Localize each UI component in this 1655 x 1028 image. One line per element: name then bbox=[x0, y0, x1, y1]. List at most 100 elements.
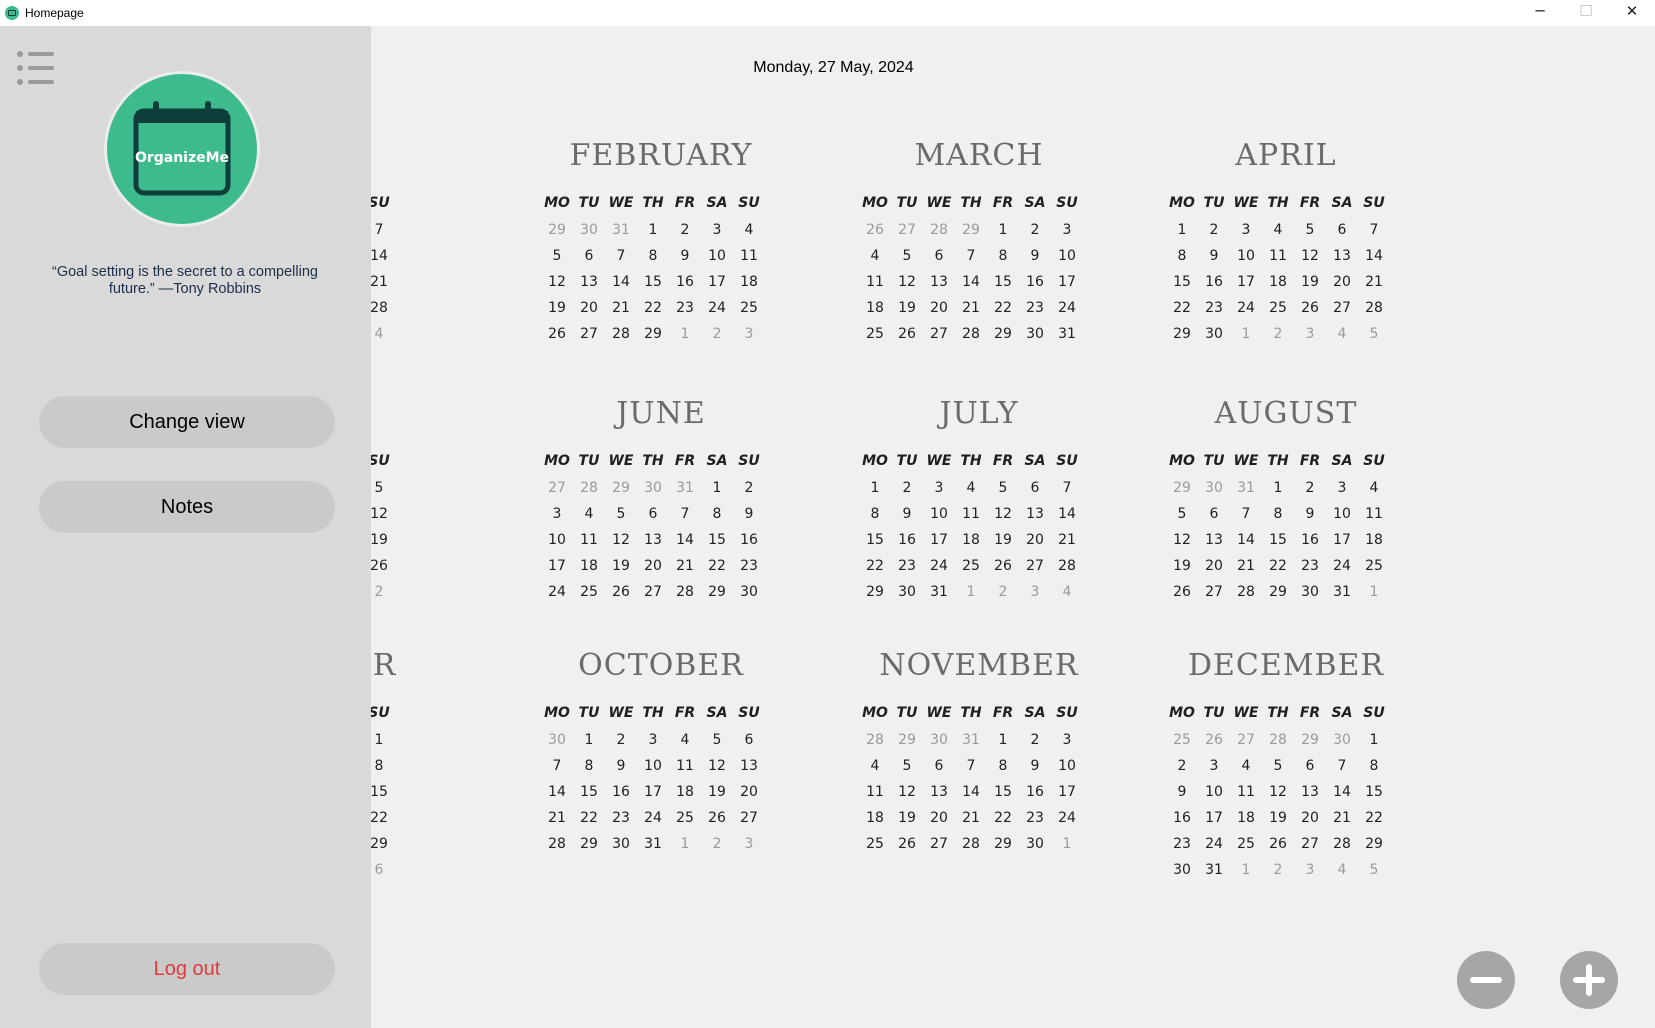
day-cell[interactable]: 12 bbox=[891, 274, 923, 290]
day-cell[interactable]: 29 bbox=[987, 836, 1019, 852]
day-cell[interactable]: 20 bbox=[923, 300, 955, 316]
day-cell[interactable]: 28 bbox=[371, 300, 395, 316]
day-cell[interactable]: 13 bbox=[923, 274, 955, 290]
day-cell[interactable]: 7 bbox=[541, 758, 573, 774]
day-cell[interactable]: 3 bbox=[1198, 758, 1230, 774]
day-cell[interactable]: 30 bbox=[1166, 862, 1198, 878]
day-cell[interactable]: 7 bbox=[1230, 506, 1262, 522]
day-cell[interactable]: 21 bbox=[955, 300, 987, 316]
day-cell[interactable]: 20 bbox=[573, 300, 605, 316]
day-cell[interactable]: 10 bbox=[541, 532, 573, 548]
day-cell-outside[interactable]: 25 bbox=[1166, 732, 1198, 748]
day-cell[interactable]: 2 bbox=[1294, 480, 1326, 496]
day-cell[interactable]: 8 bbox=[701, 506, 733, 522]
day-cell[interactable]: 31 bbox=[1198, 862, 1230, 878]
day-cell[interactable]: 10 bbox=[1051, 758, 1083, 774]
day-cell[interactable]: 14 bbox=[605, 274, 637, 290]
day-cell[interactable]: 26 bbox=[1294, 300, 1326, 316]
day-cell[interactable]: 25 bbox=[955, 558, 987, 574]
day-cell[interactable]: 27 bbox=[1019, 558, 1051, 574]
day-cell-outside[interactable]: 2 bbox=[987, 584, 1019, 600]
day-cell[interactable]: 30 bbox=[891, 584, 923, 600]
day-cell[interactable]: 4 bbox=[733, 222, 765, 238]
day-cell[interactable]: 26 bbox=[987, 558, 1019, 574]
day-cell[interactable]: 17 bbox=[1230, 274, 1262, 290]
day-cell[interactable]: 17 bbox=[701, 274, 733, 290]
menu-list-icon[interactable] bbox=[16, 50, 56, 86]
day-cell[interactable]: 22 bbox=[1166, 300, 1198, 316]
day-cell[interactable]: 31 bbox=[637, 836, 669, 852]
day-cell[interactable]: 26 bbox=[541, 326, 573, 342]
day-cell[interactable]: 13 bbox=[1294, 784, 1326, 800]
day-cell[interactable]: 7 bbox=[371, 222, 395, 238]
day-cell[interactable]: 30 bbox=[1019, 836, 1051, 852]
day-cell-outside[interactable]: 30 bbox=[541, 732, 573, 748]
day-cell[interactable]: 1 bbox=[987, 732, 1019, 748]
day-cell[interactable]: 22 bbox=[573, 810, 605, 826]
day-cell[interactable]: 27 bbox=[637, 584, 669, 600]
day-cell-outside[interactable]: 30 bbox=[573, 222, 605, 238]
day-cell[interactable]: 23 bbox=[1019, 810, 1051, 826]
day-cell-outside[interactable]: 27 bbox=[891, 222, 923, 238]
day-cell-outside[interactable]: 30 bbox=[923, 732, 955, 748]
day-cell-outside[interactable]: 29 bbox=[891, 732, 923, 748]
day-cell[interactable]: 23 bbox=[1294, 558, 1326, 574]
day-cell[interactable]: 5 bbox=[891, 248, 923, 264]
day-cell[interactable]: 20 bbox=[733, 784, 765, 800]
day-cell[interactable]: 5 bbox=[1166, 506, 1198, 522]
day-cell[interactable]: 4 bbox=[955, 480, 987, 496]
day-cell[interactable]: 7 bbox=[955, 248, 987, 264]
day-cell[interactable]: 8 bbox=[987, 758, 1019, 774]
day-cell[interactable]: 27 bbox=[1198, 584, 1230, 600]
day-cell[interactable]: 3 bbox=[1326, 480, 1358, 496]
day-cell[interactable]: 24 bbox=[1230, 300, 1262, 316]
day-cell[interactable]: 26 bbox=[1166, 584, 1198, 600]
day-cell-outside[interactable]: 1 bbox=[1230, 326, 1262, 342]
day-cell-outside[interactable]: 27 bbox=[541, 480, 573, 496]
day-cell[interactable]: 4 bbox=[1358, 480, 1390, 496]
day-cell[interactable]: 15 bbox=[637, 274, 669, 290]
day-cell[interactable]: 1 bbox=[637, 222, 669, 238]
day-cell[interactable]: 17 bbox=[1051, 784, 1083, 800]
day-cell[interactable]: 28 bbox=[955, 326, 987, 342]
day-cell[interactable]: 8 bbox=[371, 758, 395, 774]
day-cell[interactable]: 28 bbox=[1051, 558, 1083, 574]
day-cell[interactable]: 31 bbox=[1326, 584, 1358, 600]
day-cell[interactable]: 2 bbox=[733, 480, 765, 496]
day-cell[interactable]: 15 bbox=[701, 532, 733, 548]
day-cell[interactable]: 8 bbox=[573, 758, 605, 774]
day-cell[interactable]: 9 bbox=[1198, 248, 1230, 264]
day-cell[interactable]: 6 bbox=[1198, 506, 1230, 522]
day-cell[interactable]: 15 bbox=[859, 532, 891, 548]
day-cell[interactable]: 31 bbox=[923, 584, 955, 600]
day-cell[interactable]: 1 bbox=[573, 732, 605, 748]
day-cell[interactable]: 6 bbox=[733, 732, 765, 748]
day-cell[interactable]: 1 bbox=[1358, 732, 1390, 748]
day-cell[interactable]: 8 bbox=[859, 506, 891, 522]
day-cell-outside[interactable]: 30 bbox=[1198, 480, 1230, 496]
day-cell[interactable]: 13 bbox=[1198, 532, 1230, 548]
day-cell[interactable]: 22 bbox=[987, 300, 1019, 316]
day-cell-outside[interactable]: 2 bbox=[371, 584, 395, 600]
day-cell[interactable]: 22 bbox=[701, 558, 733, 574]
day-cell[interactable]: 29 bbox=[1358, 836, 1390, 852]
day-cell[interactable]: 12 bbox=[1262, 784, 1294, 800]
day-cell[interactable]: 24 bbox=[637, 810, 669, 826]
day-cell[interactable]: 19 bbox=[1166, 558, 1198, 574]
day-cell[interactable]: 17 bbox=[1051, 274, 1083, 290]
day-cell[interactable]: 21 bbox=[605, 300, 637, 316]
day-cell-outside[interactable]: 29 bbox=[1294, 732, 1326, 748]
day-cell[interactable]: 14 bbox=[371, 248, 395, 264]
day-cell-outside[interactable]: 28 bbox=[923, 222, 955, 238]
day-cell[interactable]: 14 bbox=[955, 784, 987, 800]
day-cell[interactable]: 9 bbox=[733, 506, 765, 522]
day-cell[interactable]: 6 bbox=[1019, 480, 1051, 496]
day-cell[interactable]: 15 bbox=[573, 784, 605, 800]
day-cell[interactable]: 24 bbox=[1326, 558, 1358, 574]
day-cell[interactable]: 18 bbox=[955, 532, 987, 548]
day-cell[interactable]: 19 bbox=[891, 300, 923, 316]
day-cell[interactable]: 7 bbox=[1326, 758, 1358, 774]
day-cell[interactable]: 26 bbox=[701, 810, 733, 826]
day-cell[interactable]: 5 bbox=[541, 248, 573, 264]
day-cell[interactable]: 17 bbox=[541, 558, 573, 574]
